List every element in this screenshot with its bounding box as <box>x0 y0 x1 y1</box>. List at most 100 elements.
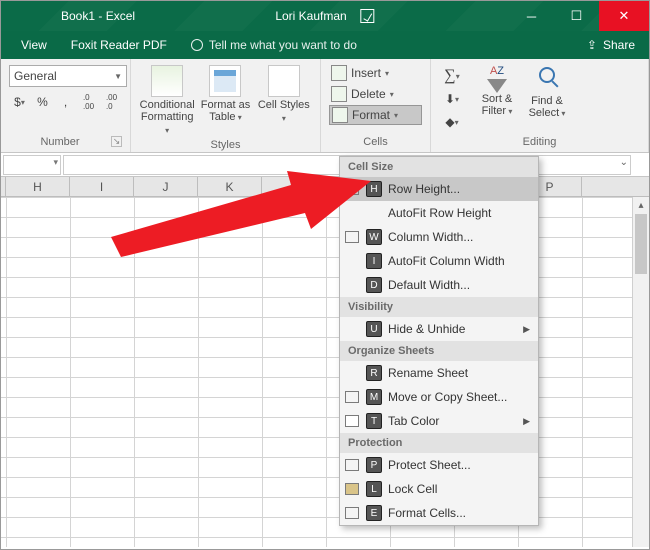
format-as-table-button[interactable]: Format as Table ▾ <box>197 63 253 137</box>
menu-format-cells[interactable]: E Format Cells... <box>340 501 538 525</box>
grid-area: ▴ <box>1 197 649 547</box>
close-button[interactable]: ✕ <box>599 1 649 31</box>
menu-tab-color-label: Tab Color <box>388 414 439 428</box>
menu-autofit-row[interactable]: AutoFit Row Height <box>340 201 538 225</box>
scroll-up-icon[interactable]: ▴ <box>633 197 649 214</box>
number-launcher[interactable]: ↘ <box>111 136 122 147</box>
fill-button[interactable]: ⬇▾ <box>439 88 465 110</box>
cell-styles-icon <box>268 65 300 97</box>
document-title: Book1 - Excel <box>1 9 135 23</box>
menu-autofit-col-label: AutoFit Column Width <box>388 254 505 268</box>
key-p: P <box>366 457 382 473</box>
menu-default-width[interactable]: D Default Width... <box>340 273 538 297</box>
expand-formula-icon[interactable]: ⌄ <box>620 157 628 168</box>
section-visibility: Visibility <box>340 297 538 317</box>
maximize-button[interactable]: ☐ <box>554 1 599 31</box>
menu-move-copy[interactable]: M Move or Copy Sheet... <box>340 385 538 409</box>
format-icon <box>332 107 348 123</box>
increase-decimal-button[interactable]: .0.00 <box>78 91 99 113</box>
delete-icon <box>331 86 347 102</box>
menu-row-height-label: Row Height... <box>388 182 460 196</box>
menu-rename-sheet[interactable]: R Rename Sheet <box>340 361 538 385</box>
key-m: M <box>366 389 382 405</box>
protect-icon <box>344 457 360 473</box>
menu-autofit-row-label: AutoFit Row Height <box>388 206 491 220</box>
menu-tab-color[interactable]: T Tab Color ▶ <box>340 409 538 433</box>
format-dropdown: Cell Size H Row Height... AutoFit Row He… <box>339 156 539 526</box>
number-format-value: General <box>14 69 57 83</box>
conditional-formatting-button[interactable]: Conditional Formatting ▾ <box>139 63 195 137</box>
vertical-scrollbar[interactable]: ▴ <box>632 197 649 547</box>
format-button[interactable]: Format▾ <box>329 105 422 125</box>
share-button[interactable]: ⇪ Share <box>587 38 635 52</box>
decrease-decimal-button[interactable]: .00.0 <box>101 91 122 113</box>
key-i: I <box>366 253 382 269</box>
menu-autofit-col[interactable]: I AutoFit Column Width <box>340 249 538 273</box>
menu-hide-unhide[interactable]: U Hide & Unhide ▶ <box>340 317 538 341</box>
menu-lock-label: Lock Cell <box>388 482 437 496</box>
tab-view[interactable]: View <box>21 38 47 52</box>
key-u: U <box>366 321 382 337</box>
group-number: General ▼ $▾ % , .0.00 .00.0 Number↘ <box>1 59 131 152</box>
menu-lock-cell[interactable]: L Lock Cell <box>340 477 538 501</box>
conditional-icon <box>151 65 183 97</box>
insert-icon <box>331 65 347 81</box>
tell-me-label: Tell me what you want to do <box>209 38 357 52</box>
autosum-button[interactable]: ∑▾ <box>439 65 465 87</box>
key-l: L <box>366 481 382 497</box>
number-format-combo[interactable]: General ▼ <box>9 65 127 87</box>
format-cells-icon <box>344 505 360 521</box>
submenu-arrow-icon: ▶ <box>523 416 530 427</box>
find-select-button[interactable]: Find & Select ▾ <box>525 65 569 119</box>
percent-button[interactable]: % <box>32 91 53 113</box>
key-w: W <box>366 229 382 245</box>
name-box[interactable] <box>3 155 61 175</box>
menu-row-height[interactable]: H Row Height... <box>340 177 538 201</box>
col-l[interactable]: L <box>262 177 326 196</box>
col-i[interactable]: I <box>70 177 134 196</box>
scroll-thumb[interactable] <box>635 214 647 274</box>
minimize-button[interactable]: ─ <box>509 1 554 31</box>
ribbon: General ▼ $▾ % , .0.00 .00.0 Number↘ Con… <box>1 59 649 153</box>
tab-foxit[interactable]: Foxit Reader PDF <box>71 38 167 52</box>
col-k[interactable]: K <box>198 177 262 196</box>
ribbon-display-icon[interactable] <box>361 9 375 23</box>
group-cells-label: Cells <box>329 134 422 150</box>
column-headers: H I J K L M N O P <box>1 177 649 197</box>
sort-filter-button[interactable]: AZ Sort & Filter ▾ <box>475 65 519 119</box>
user-name: Lori Kaufman <box>275 9 346 23</box>
move-icon <box>344 389 360 405</box>
menu-rename-label: Rename Sheet <box>388 366 468 380</box>
menu-format-cells-label: Format Cells... <box>388 506 466 520</box>
submenu-arrow-icon: ▶ <box>523 324 530 335</box>
menu-hide-label: Hide & Unhide <box>388 322 465 336</box>
key-t: T <box>366 413 382 429</box>
menu-protect-sheet[interactable]: P Protect Sheet... <box>340 453 538 477</box>
tell-me[interactable]: Tell me what you want to do <box>191 38 357 52</box>
col-h[interactable]: H <box>6 177 70 196</box>
comma-button[interactable]: , <box>55 91 76 113</box>
group-editing-label: Editing <box>439 134 640 150</box>
section-cell-size: Cell Size <box>340 157 538 177</box>
row-height-icon <box>344 181 360 197</box>
delete-button[interactable]: Delete▾ <box>329 84 422 104</box>
group-styles: Conditional Formatting ▾ Format as Table… <box>131 59 321 152</box>
find-icon <box>534 67 560 93</box>
insert-button[interactable]: Insert▾ <box>329 63 422 83</box>
bulb-icon <box>191 39 203 51</box>
col-width-icon <box>344 229 360 245</box>
key-r: R <box>366 365 382 381</box>
menu-column-width-label: Column Width... <box>388 230 473 244</box>
sort-icon: AZ <box>484 65 510 91</box>
chevron-down-icon: ▼ <box>114 72 122 81</box>
menu-column-width[interactable]: W Column Width... <box>340 225 538 249</box>
ribbon-tabs: View Foxit Reader PDF Tell me what you w… <box>1 31 649 59</box>
col-j[interactable]: J <box>134 177 198 196</box>
cell-styles-button[interactable]: Cell Styles ▾ <box>256 63 312 137</box>
title-bar: Book1 - Excel Lori Kaufman ─ ☐ ✕ <box>1 1 649 31</box>
key-e: E <box>366 505 382 521</box>
section-protection: Protection <box>340 433 538 453</box>
group-editing: ∑▾ ⬇▾ ◆▾ AZ Sort & Filter ▾ Find & Selec… <box>431 59 649 152</box>
clear-button[interactable]: ◆▾ <box>439 111 465 133</box>
currency-button[interactable]: $▾ <box>9 91 30 113</box>
